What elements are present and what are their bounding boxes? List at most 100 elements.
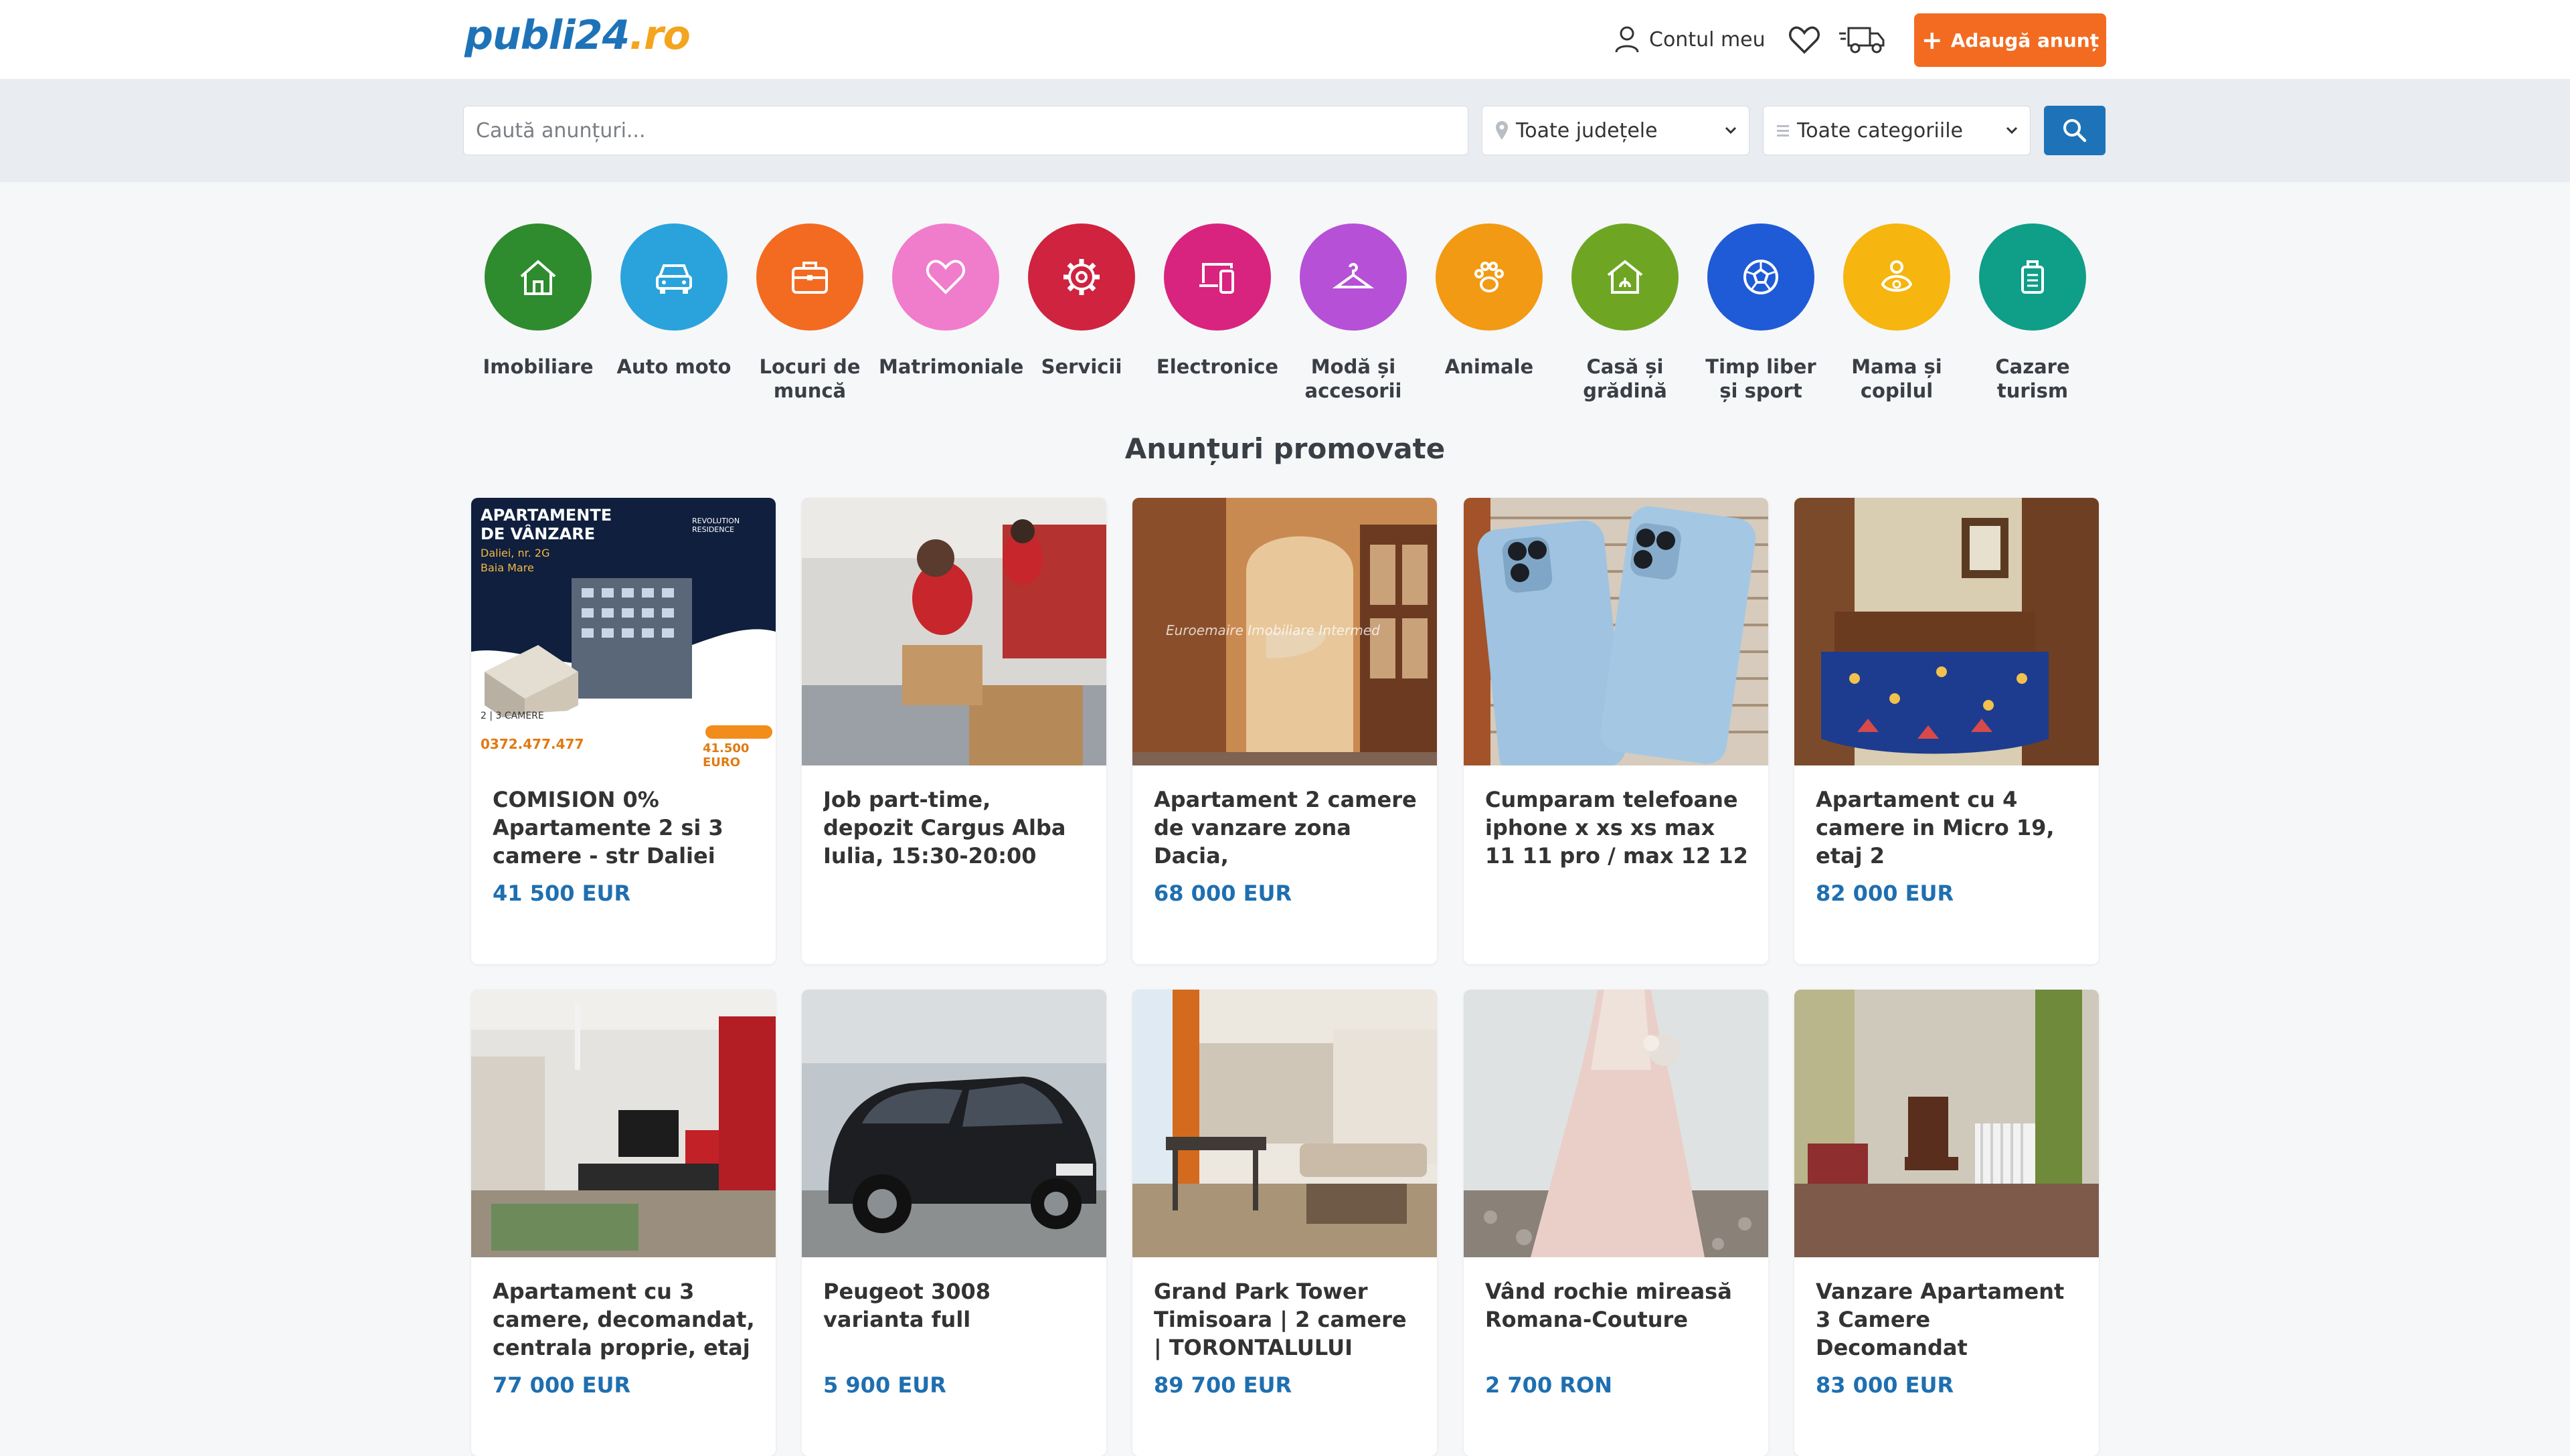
heart-icon (926, 260, 966, 294)
image-overlay-price: 41.500 EURO (703, 741, 750, 769)
add-listing-button[interactable]: + Adaugă anunț (1914, 13, 2106, 67)
search-input[interactable]: Caută anunțuri... (463, 106, 1468, 155)
listing-card[interactable]: Euroemaire Imobiliare Intermed Apartamen… (1132, 498, 1437, 964)
logo-main-text: publi24 (464, 12, 630, 59)
category-circle (1300, 223, 1407, 331)
listing-title[interactable]: Apartament 2 camere de vanzare zona Daci… (1154, 786, 1418, 870)
image-overlay-title: APARTAMENTE DE VÂNZARE (481, 506, 612, 543)
category-animale[interactable]: Animale (1422, 223, 1556, 379)
category-electronice[interactable]: Electronice (1150, 223, 1284, 379)
listing-image[interactable] (471, 990, 776, 1257)
site-logo[interactable]: publi24.ro (464, 12, 691, 59)
category-circle (1028, 223, 1135, 331)
listing-title[interactable]: Vanzare Apartament 3 Camere Decomandat B… (1816, 1277, 2080, 1362)
listing-image[interactable] (802, 990, 1106, 1257)
listing-price: 41 500 EUR (493, 881, 631, 906)
listing-card[interactable]: Grand Park Tower Timisoara | 2 camere | … (1132, 990, 1437, 1456)
ball-icon (1743, 260, 1778, 294)
account-label: Contul meu (1649, 27, 1766, 52)
listing-image[interactable] (802, 498, 1106, 765)
category-servicii[interactable]: Servicii (1015, 223, 1148, 379)
category-label: Casă și grădină (1583, 355, 1667, 402)
category-circle (756, 223, 863, 331)
listing-price: 77 000 EUR (493, 1372, 631, 1398)
favorites-icon[interactable] (1788, 25, 1820, 58)
baby-icon (1881, 260, 1913, 292)
chevron-down-icon (2006, 126, 2018, 134)
listing-title[interactable]: COMISION 0% Apartamente 2 si 3 camere - … (493, 786, 757, 870)
category-label: Mama și copilul (1851, 355, 1942, 402)
category-label: Matrimoniale (879, 355, 1024, 378)
add-listing-label: Adaugă anunț (1950, 29, 2100, 52)
category-circle (892, 223, 999, 331)
house-icon (520, 260, 556, 295)
briefcase-icon (792, 262, 828, 294)
account-link[interactable]: Contul meu (1614, 25, 1766, 54)
luggage-icon (2021, 260, 2044, 294)
listing-image[interactable]: APARTAMENTE DE VÂNZARE Daliei, nr. 2G Ba… (471, 498, 776, 769)
plus-icon: + (1921, 25, 1943, 55)
top-header: publi24.ro Contul meu + Adaugă anunț (0, 0, 2570, 79)
listing-price: 82 000 EUR (1816, 881, 1954, 906)
listing-image[interactable] (1794, 990, 2099, 1257)
delivery-truck-icon[interactable] (1838, 24, 1885, 58)
category-circle (1979, 223, 2086, 331)
category-casa-si-gradina[interactable]: Casă și grădină (1558, 223, 1692, 403)
listing-card[interactable]: Apartament cu 4 camere in Micro 19, etaj… (1794, 498, 2099, 964)
listing-title[interactable]: Apartament cu 4 camere in Micro 19, etaj… (1816, 786, 2080, 870)
listing-card[interactable]: Cumparam telefoane iphone x xs xs max 11… (1464, 498, 1768, 964)
listing-image[interactable] (1464, 498, 1768, 776)
listing-card[interactable]: Vanzare Apartament 3 Camere Decomandat B… (1794, 990, 2099, 1456)
category-mama-si-copilul[interactable]: Mama și copilul (1830, 223, 1964, 403)
car-icon (656, 264, 692, 294)
image-overlay-rooms: 2 | 3 CAMERE (481, 711, 544, 721)
category-label: Cazare turism (1995, 355, 2070, 402)
county-select[interactable]: Toate județele (1482, 106, 1749, 155)
gear-icon (1063, 259, 1100, 295)
listing-title[interactable]: Grand Park Tower Timisoara | 2 camere | … (1154, 1277, 1418, 1362)
listing-title[interactable]: Apartament cu 3 camere, decomandat, cent… (493, 1277, 757, 1362)
category-auto-moto[interactable]: Auto moto (607, 223, 741, 379)
category-timp-liber-si-sport[interactable]: Timp liber și sport (1694, 223, 1828, 403)
category-circle (620, 223, 727, 331)
county-select-value: Toate județele (1516, 118, 1658, 143)
listing-card[interactable]: Vând rochie mireasă Romana-Couture 2 700… (1464, 990, 1768, 1456)
listing-image[interactable] (1464, 990, 1768, 1257)
listing-image[interactable] (1132, 990, 1437, 1257)
category-label: Animale (1444, 355, 1534, 378)
listing-price: 83 000 EUR (1816, 1372, 1954, 1398)
category-matrimoniale[interactable]: Matrimoniale (879, 223, 1024, 379)
listing-card[interactable]: Apartament cu 3 camere, decomandat, cent… (471, 990, 776, 1456)
category-locuri-de-munca[interactable]: Locuri de muncă (743, 223, 877, 403)
category-imobiliare[interactable]: Imobiliare (471, 223, 605, 379)
image-overlay-brand: REVOLUTION RESIDENCE (692, 517, 740, 534)
listing-price: 68 000 EUR (1154, 881, 1292, 906)
listing-title[interactable]: Job part-time, depozit Cargus Alba Iulia… (823, 786, 1088, 870)
location-pin-icon (1496, 121, 1508, 140)
logo-tld-text: .ro (629, 12, 691, 59)
listing-image[interactable] (1794, 498, 2099, 765)
listing-image[interactable]: Euroemaire Imobiliare Intermed (1132, 498, 1437, 765)
image-watermark: Euroemaire Imobiliare Intermed (1166, 622, 1380, 638)
category-select-value: Toate categoriile (1797, 118, 1964, 143)
category-select[interactable]: Toate categoriile (1763, 106, 2031, 155)
search-button[interactable] (2044, 106, 2106, 155)
category-circle (485, 223, 592, 331)
search-placeholder: Caută anunțuri... (476, 118, 646, 143)
chevron-down-icon (1725, 126, 1737, 134)
search-icon (2063, 119, 2087, 143)
list-icon (1777, 125, 1789, 136)
listing-card[interactable]: Peugeot 3008 varianta full 5 900 EUR (802, 990, 1106, 1456)
listing-price: 89 700 EUR (1154, 1372, 1292, 1398)
listing-title[interactable]: Peugeot 3008 varianta full (823, 1277, 1088, 1362)
category-circle (1843, 223, 1950, 331)
category-cazare-turism[interactable]: Cazare turism (1966, 223, 2100, 403)
listing-card[interactable]: APARTAMENTE DE VÂNZARE Daliei, nr. 2G Ba… (471, 498, 776, 964)
user-icon (1615, 26, 1639, 53)
listing-title[interactable]: Vând rochie mireasă Romana-Couture (1485, 1277, 1749, 1362)
listing-card[interactable]: Job part-time, depozit Cargus Alba Iulia… (802, 498, 1106, 964)
paw-icon (1474, 262, 1504, 292)
devices-icon (1199, 263, 1234, 294)
listing-title[interactable]: Cumparam telefoane iphone x xs xs max 11… (1485, 786, 1749, 870)
category-moda-si-accesorii[interactable]: Modă și accesorii (1286, 223, 1420, 403)
